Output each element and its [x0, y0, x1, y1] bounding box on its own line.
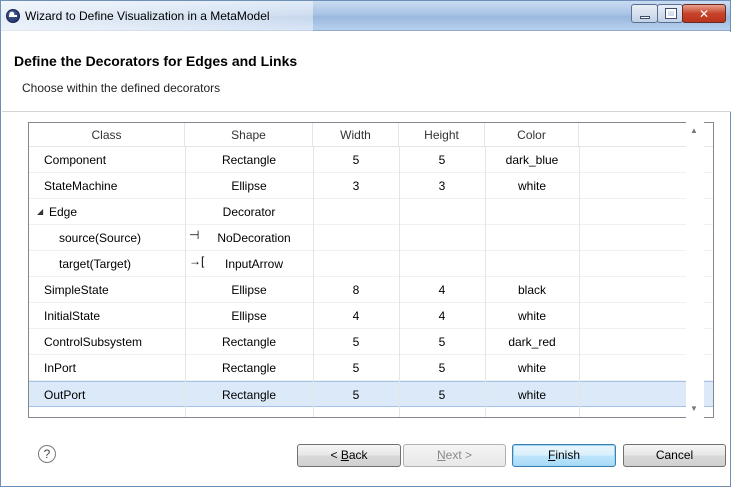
- color-cell: white: [517, 388, 546, 402]
- table-row[interactable]: source(Source) ⊣ NoDecoration: [29, 225, 713, 251]
- height-cell: [399, 251, 485, 277]
- table-row[interactable]: StateMachine Ellipse 3 3 white: [29, 173, 713, 199]
- shape-cell: InputArrow: [224, 257, 284, 271]
- column-header[interactable]: Class: [29, 123, 185, 147]
- shape-cell: Ellipse: [231, 179, 267, 193]
- window-title: Wizard to Define Visualization in a Meta…: [25, 9, 270, 23]
- height-cell: 5: [438, 153, 446, 167]
- color-cell: black: [517, 283, 546, 297]
- column-header[interactable]: Color: [485, 123, 579, 147]
- close-icon: ✕: [698, 7, 710, 21]
- width-cell: 5: [352, 388, 360, 402]
- wizard-header: Define the Decorators for Edges and Link…: [2, 32, 731, 112]
- minimize-button[interactable]: [631, 4, 658, 23]
- width-cell: 5: [352, 153, 360, 167]
- color-cell: dark_red: [508, 335, 556, 349]
- color-cell: [485, 251, 579, 277]
- height-cell: 5: [438, 388, 446, 402]
- shape-cell: NoDecoration: [217, 231, 291, 245]
- class-cell: SimpleState: [44, 283, 109, 297]
- page-title: Define the Decorators for Edges and Link…: [14, 53, 298, 69]
- width-cell: 5: [352, 361, 360, 375]
- wizard-window: Wizard to Define Visualization in a Meta…: [0, 0, 731, 487]
- class-cell: InitialState: [44, 309, 101, 323]
- shape-cell: Rectangle: [221, 361, 277, 375]
- column-header[interactable]: Height: [399, 123, 485, 147]
- cancel-button[interactable]: Cancel: [623, 444, 726, 467]
- table-scrollbar[interactable]: ▲ ▼: [686, 122, 704, 418]
- shape-cell: Rectangle: [221, 153, 277, 167]
- table-row[interactable]: OutPort Rectangle 5 5 white: [29, 381, 713, 407]
- scroll-down-icon[interactable]: ▼: [690, 404, 698, 413]
- height-cell: 4: [438, 283, 446, 297]
- table-header: Class Shape Width Height Color: [29, 123, 713, 147]
- color-cell: [485, 225, 579, 251]
- height-cell: [399, 225, 485, 251]
- scroll-up-icon[interactable]: ▲: [690, 126, 698, 135]
- class-cell: InPort: [44, 361, 77, 375]
- decorators-table[interactable]: Class Shape Width Height Color Component Rect…: [28, 122, 714, 418]
- table-row[interactable]: Component Rectangle 5 5 dark_blue: [29, 147, 713, 173]
- width-cell: [313, 199, 399, 225]
- width-cell: 8: [352, 283, 360, 297]
- class-cell: Component: [44, 153, 107, 167]
- class-cell: ControlSubsystem: [44, 335, 143, 349]
- help-button[interactable]: ?: [38, 445, 56, 463]
- table-row[interactable]: target(Target) →[InputArrow: [29, 251, 713, 277]
- shape-cell: Ellipse: [231, 309, 267, 323]
- close-button[interactable]: ✕: [682, 4, 726, 23]
- color-cell: white: [517, 309, 546, 323]
- page-subtitle: Choose within the defined decorators: [22, 81, 221, 95]
- width-cell: 5: [352, 335, 360, 349]
- next-button[interactable]: Next >: [403, 444, 506, 467]
- finish-button[interactable]: Finish: [512, 444, 616, 467]
- table-row[interactable]: Edge ◢ Decorator: [29, 199, 713, 225]
- class-cell: OutPort: [44, 388, 86, 402]
- expand-triangle-icon[interactable]: ◢: [37, 199, 43, 225]
- table-row[interactable]: ControlSubsystem Rectangle 5 5 dark_red: [29, 329, 713, 355]
- class-cell: StateMachine: [44, 179, 118, 193]
- class-cell: source(Source): [59, 231, 142, 245]
- height-cell: 4: [438, 309, 446, 323]
- maximize-icon: [665, 8, 677, 19]
- width-cell: [313, 251, 399, 277]
- back-button[interactable]: < Back: [297, 444, 401, 467]
- table-row[interactable]: InitialState Ellipse 4 4 white: [29, 303, 713, 329]
- minimize-icon: [640, 16, 650, 19]
- color-cell: white: [517, 361, 546, 375]
- shape-cell: Rectangle: [221, 388, 277, 402]
- shape-cell: Ellipse: [231, 283, 267, 297]
- column-header[interactable]: Shape: [185, 123, 313, 147]
- column-header[interactable]: Width: [313, 123, 399, 147]
- eclipse-icon: [6, 9, 20, 23]
- height-cell: 5: [438, 335, 446, 349]
- width-cell: 3: [352, 179, 360, 193]
- color-cell: dark_blue: [505, 153, 559, 167]
- class-cell: target(Target): [59, 257, 132, 271]
- width-cell: 4: [352, 309, 360, 323]
- height-cell: 5: [438, 361, 446, 375]
- maximize-button[interactable]: [657, 4, 683, 23]
- title-bar[interactable]: Wizard to Define Visualization in a Meta…: [1, 1, 730, 31]
- shape-cell: Decorator: [222, 205, 276, 219]
- color-cell: [485, 199, 579, 225]
- color-cell: white: [517, 179, 546, 193]
- height-cell: [399, 199, 485, 225]
- width-cell: [313, 225, 399, 251]
- shape-cell: Rectangle: [221, 335, 277, 349]
- table-row[interactable]: SimpleState Ellipse 8 4 black: [29, 277, 713, 303]
- table-row[interactable]: InPort Rectangle 5 5 white: [29, 355, 713, 381]
- height-cell: 3: [438, 179, 446, 193]
- class-cell: Edge: [49, 205, 78, 219]
